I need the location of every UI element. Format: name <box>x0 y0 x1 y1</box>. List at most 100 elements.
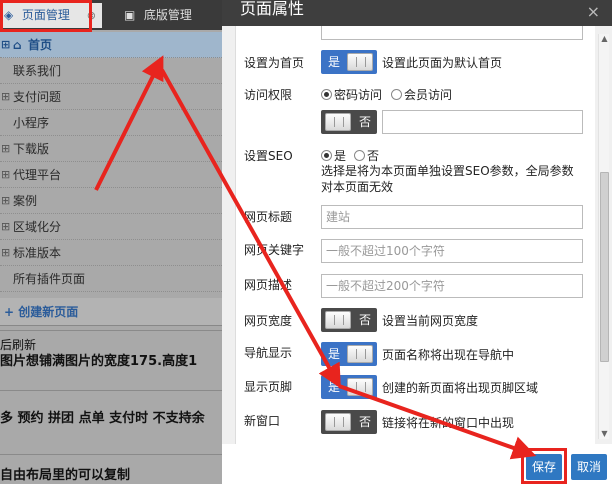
page-name-field[interactable] <box>321 26 583 40</box>
toggle-knob <box>347 378 373 396</box>
dialog-body: 设置为首页 是 设置此页面为默认首页 访问权限 密码访问 会员访问 否 设置SE… <box>222 26 612 444</box>
seo-no-radio[interactable]: 否 <box>354 147 379 164</box>
description-label: 网页描述 <box>244 278 293 292</box>
access-toggle[interactable]: 否 <box>321 110 377 134</box>
tree-item-label: 联系我们 <box>13 64 62 78</box>
toggle-knob <box>325 113 351 131</box>
radio-label: 是 <box>334 149 347 163</box>
width-desc: 设置当前网页宽度 <box>382 314 479 328</box>
annotation-highlight-box <box>0 0 92 32</box>
radio-label: 会员访问 <box>404 88 453 102</box>
tree-item[interactable]: ⊞ 区域化分 <box>0 214 222 240</box>
expand-icon[interactable]: ⊞ <box>1 32 11 58</box>
page-manager-panel: ◈ 页面管理 ⊗ ▣ 底版管理 ⊞ ⌂ 首页 联系我们 ⊞ 支付问题 小程序 ⊞… <box>0 0 222 484</box>
nav-desc: 页面名称将出现在导航中 <box>382 348 515 362</box>
new-window-desc: 链接将在新的窗口中出现 <box>382 416 515 430</box>
divider <box>0 330 222 331</box>
tree-item-home[interactable]: ⊞ ⌂ 首页 <box>0 32 222 58</box>
page-title-input[interactable]: 建站 <box>321 205 583 229</box>
vertical-scrollbar[interactable]: ▲ ▼ <box>598 34 609 439</box>
tab-base-management-label: 底版管理 <box>143 8 192 22</box>
tree-item-label: 下载版 <box>13 142 50 156</box>
expand-icon[interactable]: ⊞ <box>1 214 11 240</box>
access-label: 访问权限 <box>244 88 293 102</box>
radio-label: 密码访问 <box>334 88 383 102</box>
width-label: 网页宽度 <box>244 314 293 328</box>
keywords-input[interactable]: 一般不超过100个字符 <box>321 239 583 263</box>
toggle-text: 是 <box>328 55 341 69</box>
tree-item-label: 支付问题 <box>13 90 62 104</box>
access-member-radio[interactable]: 会员访问 <box>391 86 452 103</box>
cancel-button[interactable]: 取消 <box>571 454 607 480</box>
tree-item[interactable]: ⊞ 标准版本 <box>0 240 222 266</box>
description-input[interactable]: 一般不超过200个字符 <box>321 274 583 298</box>
scroll-thumb[interactable] <box>600 172 609 362</box>
home-label: 设置为首页 <box>244 56 305 70</box>
dialog-title: 页面属性 <box>240 0 305 18</box>
toggle-text: 否 <box>358 115 371 129</box>
scroll-up-icon[interactable]: ▲ <box>599 34 610 44</box>
tree-item-label: 代理平台 <box>13 168 62 182</box>
tree-item[interactable]: ⊞ 下载版 <box>0 136 222 162</box>
tree-item-label: 区域化分 <box>13 220 62 234</box>
tree-item-label: 小程序 <box>13 116 50 130</box>
seo-yes-radio[interactable]: 是 <box>321 147 346 164</box>
toggle-text: 是 <box>328 380 341 394</box>
seo-label: 设置SEO <box>244 149 293 163</box>
toggle-text: 否 <box>358 313 371 327</box>
seo-desc: 选择是将为本页面单独设置SEO参数，全局参数对本页面无效 <box>321 164 574 194</box>
radio-icon <box>354 150 365 161</box>
toggle-knob <box>347 345 373 363</box>
tree-item[interactable]: 所有插件页面 <box>0 266 222 292</box>
divider <box>0 390 222 391</box>
toggle-text: 是 <box>328 347 341 361</box>
toggle-knob <box>347 53 373 71</box>
access-password-radio[interactable]: 密码访问 <box>321 86 382 103</box>
expand-icon[interactable]: ⊞ <box>1 84 11 110</box>
toggle-knob <box>325 311 351 329</box>
annotation-highlight-box <box>521 448 567 484</box>
tree-item[interactable]: ⊞ 支付问题 <box>0 84 222 110</box>
form-panel: 设置为首页 是 设置此页面为默认首页 访问权限 密码访问 会员访问 否 设置SE… <box>235 26 595 444</box>
dialog-footer: 保存 取消 <box>222 444 612 484</box>
toggle-text: 否 <box>358 415 371 429</box>
expand-icon[interactable]: ⊞ <box>1 136 11 162</box>
new-window-toggle[interactable]: 否 <box>321 410 377 434</box>
keywords-label: 网页关键字 <box>244 243 305 257</box>
tree-item[interactable]: 小程序 <box>0 110 222 136</box>
tree-item-label: 首页 <box>28 38 53 52</box>
password-input[interactable] <box>382 110 583 134</box>
tree-item[interactable]: 联系我们 <box>0 58 222 84</box>
expand-icon[interactable]: ⊞ <box>1 188 11 214</box>
footer-desc: 创建的新页面将出现页脚区域 <box>382 381 539 395</box>
nav-toggle[interactable]: 是 <box>321 342 377 366</box>
footer-toggle[interactable]: 是 <box>321 375 377 399</box>
background-text: 自由布局里的可以复制 <box>0 468 131 483</box>
home-desc: 设置此页面为默认首页 <box>382 56 503 70</box>
page-properties-dialog: 页面属性 × 设置为首页 是 设置此页面为默认首页 访问权限 密码访问 会员访问… <box>222 0 612 484</box>
background-text: 图片想铺满图片的宽度175.高度1 <box>0 354 198 369</box>
tab-bar: ◈ 页面管理 ⊗ ▣ 底版管理 <box>0 0 222 32</box>
create-page-button[interactable]: + 创建新页面 <box>0 298 222 326</box>
radio-icon <box>391 89 402 100</box>
tree-item-label: 所有插件页面 <box>13 272 86 286</box>
tab-base-management[interactable]: ▣ 底版管理 <box>116 3 222 28</box>
radio-label: 否 <box>367 149 380 163</box>
scroll-down-icon[interactable]: ▼ <box>599 429 610 439</box>
close-icon[interactable]: × <box>587 2 600 21</box>
new-window-label: 新窗口 <box>244 414 281 428</box>
page-title-label: 网页标题 <box>244 210 293 224</box>
nav-label: 导航显示 <box>244 346 293 360</box>
background-text: 多 预约 拼团 点单 支付时 不支持余 <box>0 411 205 426</box>
expand-icon[interactable]: ⊞ <box>1 162 11 188</box>
tree-item[interactable]: ⊞ 案例 <box>0 188 222 214</box>
footer-label: 显示页脚 <box>244 380 293 394</box>
home-toggle[interactable]: 是 <box>321 50 377 74</box>
radio-selected-icon <box>321 150 332 161</box>
tree-item[interactable]: ⊞ 代理平台 <box>0 162 222 188</box>
width-toggle[interactable]: 否 <box>321 308 377 332</box>
expand-icon[interactable]: ⊞ <box>1 240 11 266</box>
radio-selected-icon <box>321 89 332 100</box>
divider <box>0 454 222 455</box>
dialog-header: 页面属性 × <box>222 0 612 26</box>
